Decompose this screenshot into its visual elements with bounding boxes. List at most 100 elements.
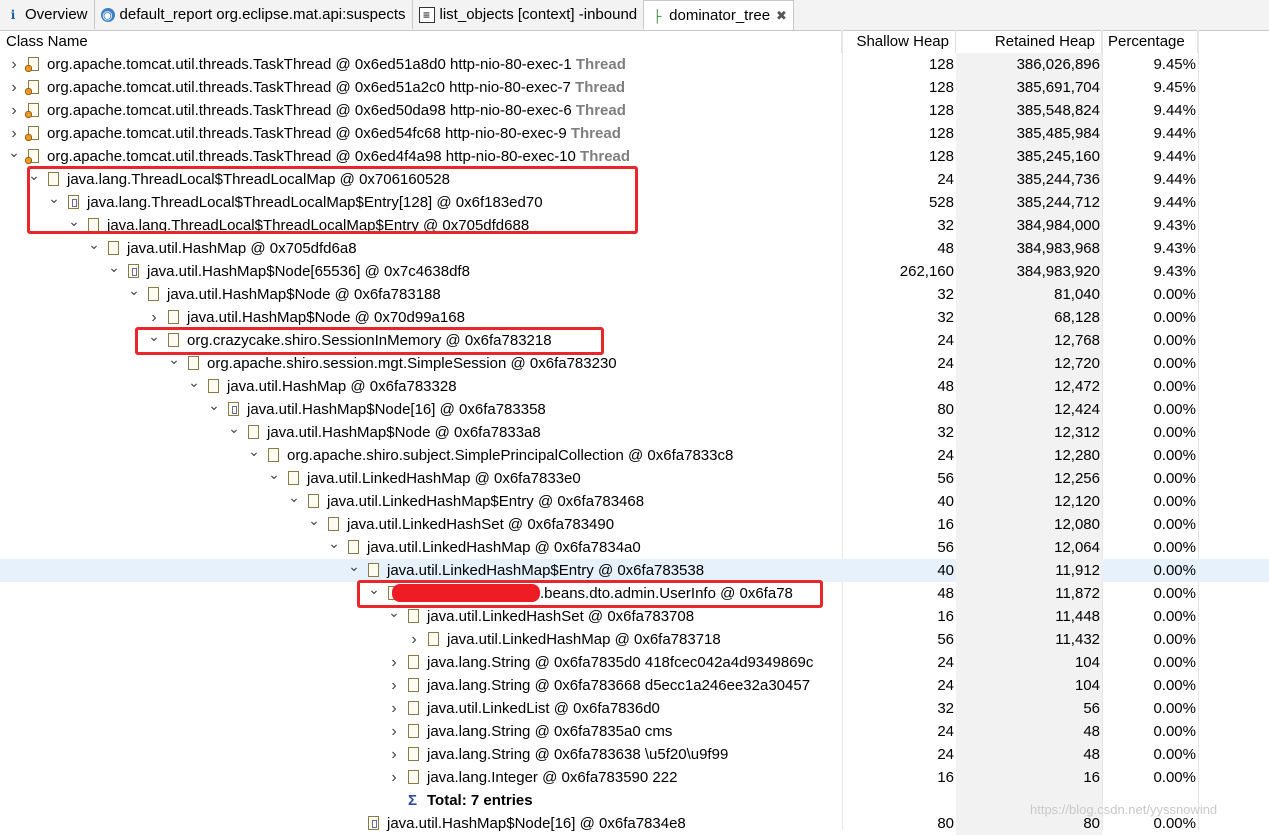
- collapse-arrow-icon[interactable]: ⌄: [348, 559, 360, 578]
- class-name-cell: › java.lang.Integer @ 0x6fa783590 222: [0, 766, 842, 789]
- table-row[interactable]: › java.lang.String @ 0x6fa783668 d5ecc1a2…: [0, 674, 1269, 697]
- collapse-arrow-icon[interactable]: ⌄: [108, 260, 120, 279]
- column-percentage[interactable]: Percentage: [1102, 30, 1198, 53]
- table-row[interactable]: ⌄ java.util.HashMap$Node[16] @ 0x6fa78335…: [0, 398, 1269, 421]
- table-row[interactable]: › java.util.LinkedHashMap @ 0x6fa783718 56…: [0, 628, 1269, 651]
- expand-arrow-icon[interactable]: ›: [8, 76, 20, 99]
- object-icon: [188, 356, 199, 370]
- table-row[interactable]: › java.lang.Integer @ 0x6fa783590 222 16 16…: [0, 766, 1269, 789]
- table-row[interactable]: ⌄ org.crazycake.shiro.SessionInMemory @ 0…: [0, 329, 1269, 352]
- tab-overview[interactable]: i Overview: [0, 0, 95, 29]
- retained-heap-cell: 11,448: [956, 605, 1102, 628]
- table-row[interactable]: › org.apache.tomcat.util.threads.TaskThre…: [0, 53, 1269, 76]
- table-row[interactable]: ⌄ java.util.LinkedHashMap$Entry @ 0x6fa78…: [0, 559, 1269, 582]
- collapse-arrow-icon[interactable]: ⌄: [368, 582, 380, 601]
- class-name-cell: ⌄ java.util.LinkedHashSet @ 0x6fa783708: [0, 605, 842, 628]
- collapse-arrow-icon[interactable]: ⌄: [248, 444, 260, 463]
- table-row[interactable]: ⌄ java.util.HashMap$Node @ 0x6fa783188 32 8…: [0, 283, 1269, 306]
- class-name-text: java.lang.String @ 0x6fa783668 d5ecc1a24…: [427, 677, 811, 694]
- table-row[interactable]: ⌄ org.apache.tomcat.util.threads.TaskThre…: [0, 145, 1269, 168]
- collapse-arrow-icon[interactable]: ⌄: [148, 329, 160, 348]
- collapse-arrow-icon[interactable]: ⌄: [208, 398, 220, 417]
- retained-heap-cell: 104: [956, 674, 1102, 697]
- expand-arrow-icon[interactable]: ›: [408, 628, 420, 651]
- collapse-arrow-icon[interactable]: ⌄: [48, 191, 60, 210]
- table-row[interactable]: › org.apache.tomcat.util.threads.TaskThre…: [0, 99, 1269, 122]
- table-row[interactable]: ⌄ org.apache.shiro.subject.SimplePrincipa…: [0, 444, 1269, 467]
- table-row[interactable]: ⌄ java.util.HashMap @ 0x6fa783328 48 12,472…: [0, 375, 1269, 398]
- expand-arrow-icon[interactable]: ›: [148, 306, 160, 329]
- table-row[interactable]: ⌄ java.util.LinkedHashMap @ 0x6fa7834a0 56…: [0, 536, 1269, 559]
- class-name-text: java.util.HashMap$Node @ 0x70d99a168: [187, 309, 465, 326]
- table-row[interactable]: ⌄ java.util.LinkedHashSet @ 0x6fa783490 16…: [0, 513, 1269, 536]
- collapse-arrow-icon[interactable]: ⌄: [188, 375, 200, 394]
- retained-heap-cell: 12,080: [956, 513, 1102, 536]
- table-row[interactable]: ⌄ java.lang.ThreadLocal$ThreadLocalMap @ …: [0, 168, 1269, 191]
- table-row[interactable]: › org.apache.tomcat.util.threads.TaskThre…: [0, 76, 1269, 99]
- retained-heap-cell: 385,485,984: [956, 122, 1102, 145]
- table-row[interactable]: › java.util.HashMap$Node @ 0x70d99a168 32 6…: [0, 306, 1269, 329]
- class-name-label: java.lang.String @ 0x6fa783668 d5ecc1a24…: [427, 674, 810, 697]
- expand-arrow-icon[interactable]: ›: [388, 651, 400, 674]
- collapse-arrow-icon[interactable]: ⌄: [328, 536, 340, 555]
- table-row[interactable]: › org.apache.tomcat.util.threads.TaskThre…: [0, 122, 1269, 145]
- class-name-text: java.lang.String @ 0x6fa7835d0 418fcec04…: [427, 654, 814, 671]
- table-row[interactable]: ⌄ java.util.LinkedHashSet @ 0x6fa783708 16…: [0, 605, 1269, 628]
- collapse-arrow-icon[interactable]: ⌄: [88, 237, 100, 256]
- shallow-heap-cell: 32: [937, 424, 954, 441]
- table-row[interactable]: ⌄ org.apache.shiro.session.mgt.SimpleSess…: [0, 352, 1269, 375]
- table-row[interactable]: ⌄ java.util.LinkedHashMap @ 0x6fa7833e0 56…: [0, 467, 1269, 490]
- class-name-label: java.lang.ThreadLocal$ThreadLocalMap @ 0…: [67, 168, 450, 191]
- expand-arrow-icon[interactable]: ›: [8, 53, 20, 76]
- collapse-arrow-icon[interactable]: ⌄: [128, 283, 140, 302]
- thread-label: Thread: [575, 56, 626, 73]
- collapse-arrow-icon[interactable]: ⌄: [28, 168, 40, 187]
- class-name-text: java.util.LinkedHashSet @ 0x6fa783708: [427, 608, 695, 625]
- column-shallow-heap[interactable]: Shallow Heap: [842, 30, 956, 53]
- thread-object-icon: [25, 149, 39, 164]
- table-row[interactable]: › java.lang.String @ 0x6fa783638 \u5f20\u…: [0, 743, 1269, 766]
- collapse-arrow-icon[interactable]: ⌄: [288, 490, 300, 509]
- object-icon: [328, 517, 339, 531]
- class-name-cell: ⌄ java.lang.ThreadLocal$ThreadLocalMap @ …: [0, 168, 842, 191]
- table-row[interactable]: ⌄ java.lang.ThreadLocal$ThreadLocalMap$En…: [0, 191, 1269, 214]
- collapse-arrow-icon[interactable]: ⌄: [68, 214, 80, 233]
- retained-heap-cell: 81,040: [956, 283, 1102, 306]
- expand-arrow-icon[interactable]: ›: [8, 122, 20, 145]
- collapse-arrow-icon[interactable]: ⌄: [308, 513, 320, 532]
- expand-arrow-icon[interactable]: ›: [388, 766, 400, 789]
- class-name-cell: ⌄ java.lang.ThreadLocal$ThreadLocalMap$En…: [0, 191, 842, 214]
- shallow-heap-cell: 16: [937, 608, 954, 625]
- table-row[interactable]: ⌄ java.util.LinkedHashMap$Entry @ 0x6fa78…: [0, 490, 1269, 513]
- expand-arrow-icon[interactable]: ›: [388, 697, 400, 720]
- class-name-label: org.apache.tomcat.util.threads.TaskThrea…: [47, 145, 630, 168]
- expand-arrow-icon[interactable]: ›: [388, 674, 400, 697]
- tab-dominator_tree[interactable]: ├ dominator_tree ✖: [644, 0, 794, 30]
- percentage-cell: 0.00%: [1153, 654, 1196, 671]
- table-row[interactable]: › java.lang.String @ 0x6fa7835d0 418fcec0…: [0, 651, 1269, 674]
- collapse-arrow-icon[interactable]: ⌄: [168, 352, 180, 371]
- table-row[interactable]: › java.util.LinkedList @ 0x6fa7836d0 32 56 0…: [0, 697, 1269, 720]
- percentage-cell: 9.44%: [1153, 102, 1196, 119]
- collapse-arrow-icon[interactable]: ⌄: [8, 145, 20, 164]
- table-row[interactable]: ⌄ java.util.HashMap$Node[65536] @ 0x7c463…: [0, 260, 1269, 283]
- column-retained-heap[interactable]: Retained Heap: [956, 30, 1102, 53]
- table-row[interactable]: › java.lang.String @ 0x6fa7835a0 cms 24 48 0…: [0, 720, 1269, 743]
- tab-list_objects[interactable]: ≡ list_objects [context] -inbound: [413, 0, 645, 29]
- percentage-cell: 9.43%: [1153, 217, 1196, 234]
- collapse-arrow-icon[interactable]: ⌄: [388, 605, 400, 624]
- collapse-arrow-icon[interactable]: ⌄: [268, 467, 280, 486]
- tab-default_report[interactable]: ◉ default_report org.eclipse.mat.api:susp…: [95, 0, 413, 29]
- table-row[interactable]: ⌄ java.lang.ThreadLocal$ThreadLocalMap$En…: [0, 214, 1269, 237]
- table-row[interactable]: ⌄ java.util.HashMap$Node @ 0x6fa7833a8 32 1…: [0, 421, 1269, 444]
- expand-arrow-icon[interactable]: ›: [388, 720, 400, 743]
- expand-arrow-icon[interactable]: ›: [388, 743, 400, 766]
- table-row[interactable]: ⌄ .beans.dto.admin.UserInfo @ 0x6fa78 48 11…: [0, 582, 1269, 605]
- shallow-heap-cell: 24: [937, 355, 954, 372]
- expand-arrow-icon[interactable]: ›: [8, 99, 20, 122]
- class-name-text: java.lang.String @ 0x6fa7835a0 cms: [427, 723, 673, 740]
- table-row[interactable]: ⌄ java.util.HashMap @ 0x705dfd6a8 48 384,98…: [0, 237, 1269, 260]
- column-class-name[interactable]: Class Name: [0, 30, 842, 53]
- close-icon[interactable]: ✖: [776, 8, 787, 24]
- collapse-arrow-icon[interactable]: ⌄: [228, 421, 240, 440]
